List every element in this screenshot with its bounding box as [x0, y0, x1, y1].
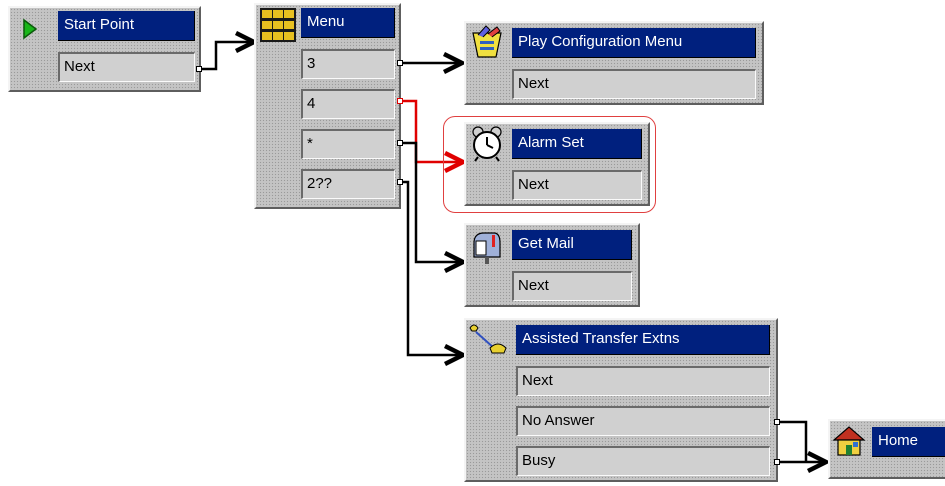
- node-home[interactable]: Home: [828, 419, 945, 479]
- node-title: Get Mail: [512, 230, 632, 260]
- node-title: Alarm Set: [512, 129, 642, 159]
- exit-port[interactable]: [774, 419, 780, 425]
- exit-next[interactable]: Next: [58, 52, 195, 82]
- configuration-icon: [472, 25, 502, 58]
- green-play-arrow-icon: [23, 18, 38, 40]
- node-title: Assisted Transfer Extns: [516, 325, 770, 355]
- exit-port[interactable]: [397, 140, 403, 146]
- keypad-grid-icon: [260, 8, 296, 42]
- exit-next[interactable]: Next: [516, 366, 770, 396]
- exit-star[interactable]: *: [301, 129, 395, 159]
- node-title: Start Point: [58, 11, 195, 41]
- exit-port[interactable]: [397, 179, 403, 185]
- exit-port[interactable]: [774, 459, 780, 465]
- exit-port[interactable]: [397, 60, 403, 66]
- node-assisted-transfer-extns[interactable]: Assisted Transfer Extns Next No Answer B…: [464, 318, 778, 482]
- exit-port-selected[interactable]: [397, 98, 403, 104]
- connector-no-answer-to-home[interactable]: [778, 420, 808, 462]
- callflow-canvas: Start Point Next Menu 3 4 * 2?? Play Con…: [0, 0, 945, 486]
- exit-port[interactable]: [196, 66, 202, 72]
- exit-next[interactable]: Next: [512, 271, 632, 301]
- node-title: Menu: [301, 8, 395, 38]
- exit-4[interactable]: 4: [301, 89, 395, 119]
- exit-busy[interactable]: Busy: [516, 446, 770, 476]
- alarm-clock-icon: [472, 126, 502, 162]
- exit-next[interactable]: Next: [512, 69, 756, 99]
- node-alarm-set[interactable]: Alarm Set Next: [464, 122, 650, 206]
- exit-next[interactable]: Next: [512, 170, 642, 200]
- connector-start-to-menu[interactable]: [201, 42, 254, 71]
- exit-2qq[interactable]: 2??: [301, 169, 395, 199]
- node-start-point[interactable]: Start Point Next: [8, 6, 201, 92]
- exit-3[interactable]: 3: [301, 49, 395, 79]
- node-menu[interactable]: Menu 3 4 * 2??: [254, 3, 401, 209]
- exit-no-answer[interactable]: No Answer: [516, 406, 770, 436]
- telephone-transfer-icon: [469, 324, 507, 354]
- mailbox-icon: [473, 232, 501, 264]
- node-title: Play Configuration Menu: [512, 28, 756, 58]
- house-icon: [832, 426, 866, 456]
- node-get-mail[interactable]: Get Mail Next: [464, 223, 640, 307]
- node-play-configuration-menu[interactable]: Play Configuration Menu Next: [464, 21, 764, 105]
- node-title: Home: [872, 427, 945, 457]
